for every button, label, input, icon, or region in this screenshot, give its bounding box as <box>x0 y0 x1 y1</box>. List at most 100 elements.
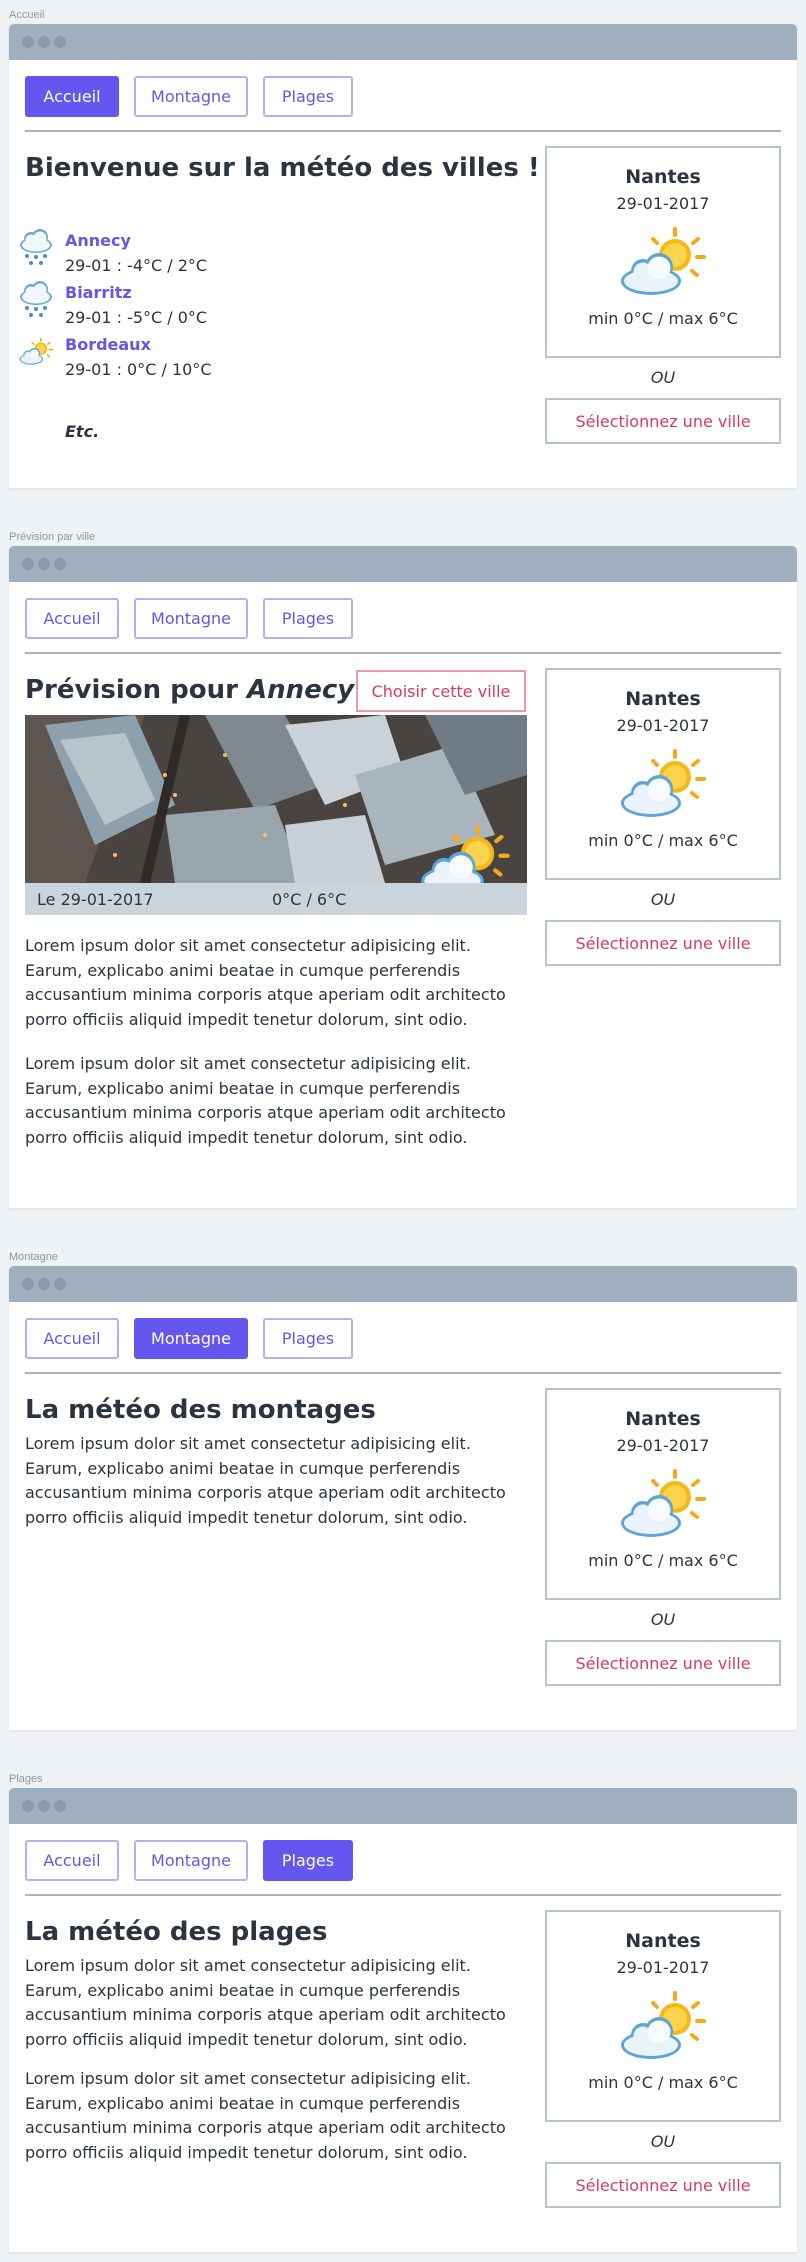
or-label: OU <box>650 890 676 909</box>
window-dot-icon[interactable] <box>38 1800 50 1812</box>
window-accueil: Accueil Montagne Plages Bienvenue sur la… <box>9 24 797 488</box>
choose-city-button[interactable]: Choisir cette ville <box>356 670 526 712</box>
window-dot-icon[interactable] <box>54 1278 66 1290</box>
paragraph: Lorem ipsum dolor sit amet consectetur a… <box>25 1054 506 1147</box>
window-montagne: Accueil Montagne Plages La météo des mon… <box>9 1266 797 1730</box>
ville-item-bordeaux[interactable]: Bordeaux 29-01 : 0°C / 10°C <box>17 332 212 382</box>
main-nav: Accueil Montagne Plages <box>25 598 353 639</box>
or-label: OU <box>650 368 676 387</box>
section-label-prevision: Prévision par ville <box>9 531 96 543</box>
nav-montagne-button[interactable]: Montagne <box>134 598 248 639</box>
photo-temp: 0°C / 6°C <box>272 889 347 909</box>
snow-icon <box>17 228 55 268</box>
nav-plages-button[interactable]: Plages <box>263 76 353 117</box>
title-prefix: Prévision pour <box>25 675 248 705</box>
nav-divider <box>25 130 781 132</box>
ville-temp: 29-01 : -4°C / 2°C <box>65 256 208 275</box>
city-card: Nantes 29-01-2017 min 0°C / max 6°C <box>545 668 781 880</box>
or-label: OU <box>650 1610 676 1629</box>
section-label-plages: Plages <box>9 1773 43 1785</box>
city-range: min 0°C / max 6°C <box>588 309 738 328</box>
partly-cloudy-icon <box>615 1989 711 2065</box>
select-city-button[interactable]: Sélectionnez une ville <box>545 1640 781 1686</box>
nav-plages-button[interactable]: Plages <box>263 598 353 639</box>
ville-name[interactable]: Annecy <box>65 228 207 253</box>
nav-montagne-button[interactable]: Montagne <box>134 1840 248 1881</box>
window-titlebar <box>9 24 797 60</box>
city-range: min 0°C / max 6°C <box>588 1551 738 1570</box>
paragraph: Lorem ipsum dolor sit amet consectetur a… <box>25 936 506 1029</box>
select-city-button[interactable]: Sélectionnez une ville <box>545 398 781 444</box>
city-name: Nantes <box>625 166 701 188</box>
paragraph: Lorem ipsum dolor sit amet consectetur a… <box>25 2069 506 2162</box>
city-card: Nantes 29-01-2017 min 0°C / max 6°C <box>545 1910 781 2122</box>
window-titlebar <box>9 546 797 582</box>
main-nav: Accueil Montagne Plages <box>25 76 353 117</box>
page-title: Prévision pour Annecy <box>25 674 354 706</box>
window-plages: Accueil Montagne Plages La météo des pla… <box>9 1788 797 2252</box>
photo-date: Le 29-01-2017 <box>37 889 154 909</box>
main-nav: Accueil Montagne Plages <box>25 1318 353 1359</box>
city-date: 29-01-2017 <box>616 716 710 735</box>
window-titlebar <box>9 1266 797 1302</box>
city-range: min 0°C / max 6°C <box>588 2073 738 2092</box>
city-name: Nantes <box>625 688 701 710</box>
nav-montagne-button[interactable]: Montagne <box>134 1318 248 1359</box>
partly-cloudy-icon <box>615 1467 711 1543</box>
window-dot-icon[interactable] <box>38 1278 50 1290</box>
sidebar: Nantes 29-01-2017 min 0°C / max 6°C OU S… <box>545 1388 781 1686</box>
nav-divider <box>25 1372 781 1374</box>
section-label-montagne: Montagne <box>9 1251 58 1263</box>
nav-plages-button[interactable]: Plages <box>263 1318 353 1359</box>
nav-accueil-button[interactable]: Accueil <box>25 598 119 639</box>
ville-name[interactable]: Biarritz <box>65 280 207 305</box>
ville-temp: 29-01 : -5°C / 0°C <box>65 308 208 327</box>
select-city-button[interactable]: Sélectionnez une ville <box>545 2162 781 2208</box>
nav-divider <box>25 1894 781 1896</box>
window-dot-icon[interactable] <box>38 36 50 48</box>
partly-cloudy-icon <box>17 332 55 372</box>
main-nav: Accueil Montagne Plages <box>25 1840 353 1881</box>
nav-accueil-button[interactable]: Accueil <box>25 1840 119 1881</box>
nav-accueil-button[interactable]: Accueil <box>25 76 119 117</box>
sidebar: Nantes 29-01-2017 min 0°C / max 6°C OU S… <box>545 668 781 966</box>
city-date: 29-01-2017 <box>616 194 710 213</box>
window-dot-icon[interactable] <box>22 558 34 570</box>
window-dot-icon[interactable] <box>54 558 66 570</box>
ville-name[interactable]: Bordeaux <box>65 332 212 357</box>
title-city: Annecy <box>247 675 355 705</box>
snow-icon <box>17 280 55 320</box>
select-city-button[interactable]: Sélectionnez une ville <box>545 920 781 966</box>
section-label-accueil: Accueil <box>9 9 45 21</box>
window-dot-icon[interactable] <box>22 36 34 48</box>
nav-plages-button[interactable]: Plages <box>263 1840 353 1881</box>
ville-item-annecy[interactable]: Annecy 29-01 : -4°C / 2°C <box>17 228 207 278</box>
window-prevision: Accueil Montagne Plages Prévision pour A… <box>9 546 797 1208</box>
window-dot-icon[interactable] <box>54 36 66 48</box>
city-name: Nantes <box>625 1930 701 1952</box>
nav-montagne-button[interactable]: Montagne <box>134 76 248 117</box>
paragraph: Lorem ipsum dolor sit amet consectetur a… <box>25 1956 506 2049</box>
ville-item-biarritz[interactable]: Biarritz 29-01 : -5°C / 0°C <box>17 280 207 330</box>
city-date: 29-01-2017 <box>616 1436 710 1455</box>
paragraph: Lorem ipsum dolor sit amet consectetur a… <box>25 1434 506 1527</box>
city-card: Nantes 29-01-2017 min 0°C / max 6°C <box>545 146 781 358</box>
or-label: OU <box>650 2132 676 2151</box>
window-dot-icon[interactable] <box>38 558 50 570</box>
partly-cloudy-icon <box>615 225 711 301</box>
nav-divider <box>25 652 781 654</box>
ville-temp: 29-01 : 0°C / 10°C <box>65 360 212 379</box>
page-title: La météo des plages <box>25 1917 328 1947</box>
window-dot-icon[interactable] <box>22 1800 34 1812</box>
page-title: Bienvenue sur la météo des villes ! <box>25 153 540 183</box>
window-titlebar <box>9 1788 797 1824</box>
nav-accueil-button[interactable]: Accueil <box>25 1318 119 1359</box>
page-title: La météo des montages <box>25 1395 376 1425</box>
sidebar: Nantes 29-01-2017 min 0°C / max 6°C OU S… <box>545 1910 781 2208</box>
window-dot-icon[interactable] <box>22 1278 34 1290</box>
city-name: Nantes <box>625 1408 701 1430</box>
photo-caption-bar: Le 29-01-2017 0°C / 6°C <box>25 883 527 915</box>
city-date: 29-01-2017 <box>616 1958 710 1977</box>
window-dot-icon[interactable] <box>54 1800 66 1812</box>
etc-label: Etc. <box>65 422 100 441</box>
